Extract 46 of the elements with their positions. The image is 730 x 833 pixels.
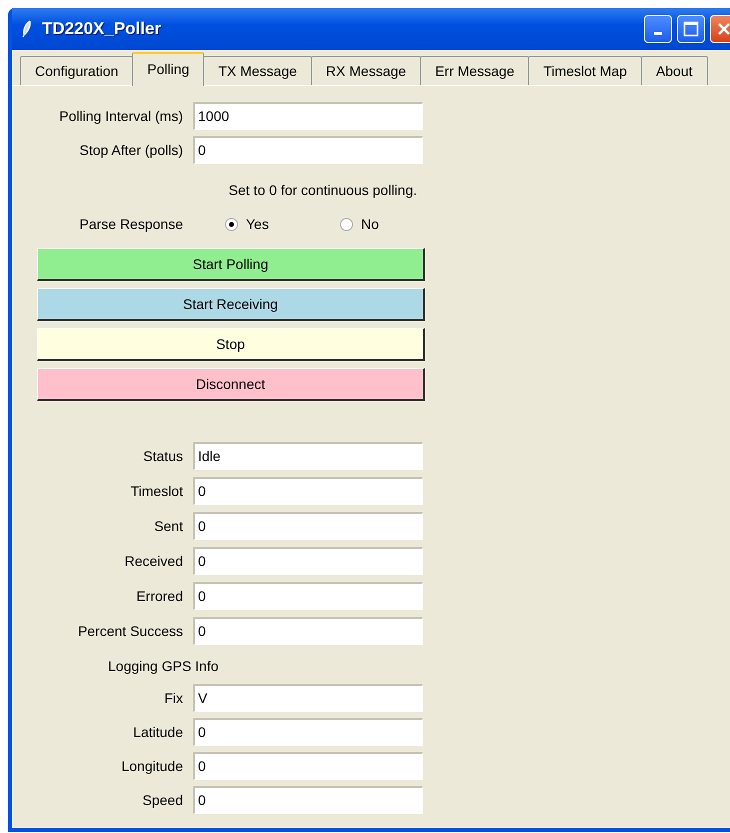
text-field[interactable]: 0 (193, 718, 423, 746)
radio-label[interactable]: Yes (246, 216, 269, 232)
feather-icon (22, 20, 32, 38)
field-label: Percent Success (78, 623, 183, 639)
text-field[interactable]: 0 (193, 752, 423, 780)
action-button[interactable]: Disconnect (37, 368, 425, 401)
minimize-icon (654, 32, 662, 34)
section-heading: Logging GPS Info (108, 657, 219, 676)
action-button[interactable]: Start Receiving (37, 288, 425, 321)
close-icon (716, 21, 730, 37)
field-label: Timeslot (130, 483, 183, 499)
radio-label[interactable]: No (361, 216, 379, 232)
field-label: Fix (164, 690, 183, 706)
hint-text: Set to 0 for continuous polling. (228, 182, 417, 198)
text-field[interactable]: 0 (193, 547, 423, 575)
action-button[interactable]: Start Polling (37, 248, 425, 281)
field-label: Status (143, 448, 183, 464)
radio-button[interactable] (225, 218, 238, 230)
field-label: Latitude (133, 724, 183, 740)
field-label: Stop After (polls) (80, 142, 183, 158)
text-field[interactable]: 0 (193, 136, 423, 164)
text-field[interactable]: 0 (193, 512, 423, 540)
text-field[interactable]: 0 (193, 786, 423, 814)
field-label: Errored (136, 588, 183, 604)
tab[interactable]: Configuration (20, 56, 134, 85)
maximize-icon (683, 21, 699, 37)
parse-response-label: Parse Response (79, 216, 183, 232)
text-field[interactable]: 0 (193, 582, 423, 610)
field-label: Polling Interval (ms) (59, 108, 183, 124)
text-field[interactable]: 0 (193, 477, 423, 505)
maximize-button[interactable] (677, 15, 705, 43)
field-label: Speed (142, 792, 183, 808)
text-field[interactable]: 0 (193, 617, 423, 645)
minimize-button[interactable] (644, 15, 672, 43)
field-label: Sent (154, 518, 183, 534)
tab[interactable]: About (640, 56, 708, 85)
field-label: Received (124, 553, 183, 569)
action-button[interactable]: Stop (37, 328, 425, 361)
field-label: Longitude (121, 758, 183, 774)
text-field[interactable]: 1000 (193, 102, 423, 130)
window-title: TD220X_Poller (42, 19, 162, 39)
text-field[interactable]: Idle (193, 442, 423, 470)
tab[interactable]: Polling (132, 52, 204, 86)
radio-button[interactable] (340, 218, 353, 230)
text-field[interactable]: V (193, 684, 423, 712)
close-button[interactable] (710, 15, 730, 43)
